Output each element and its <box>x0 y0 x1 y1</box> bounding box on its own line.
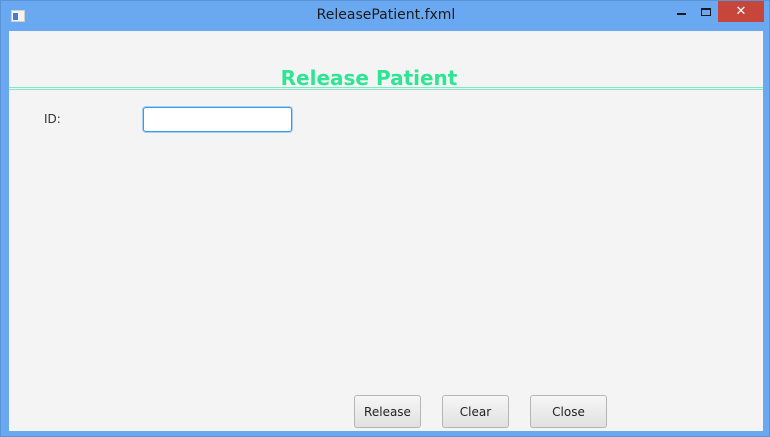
clear-button[interactable]: Clear <box>442 395 509 428</box>
release-button[interactable]: Release <box>354 395 421 428</box>
form-panel: Release Patient ID: Release Clear Close <box>9 31 763 431</box>
minimize-icon <box>676 12 686 15</box>
minimize-button[interactable] <box>668 1 694 22</box>
close-icon: ✕ <box>735 4 747 19</box>
id-input[interactable] <box>143 107 292 132</box>
title-bar[interactable]: ReleasePatient.fxml ✕ <box>1 1 769 31</box>
application-window: ReleasePatient.fxml ✕ Release Patient ID… <box>0 0 770 437</box>
maximize-icon <box>701 7 711 16</box>
window-title: ReleasePatient.fxml <box>316 7 456 23</box>
heading-divider-secondary <box>9 89 763 90</box>
id-label: ID: <box>44 112 61 126</box>
close-button[interactable]: Close <box>530 395 607 428</box>
heading-divider <box>9 87 763 88</box>
close-window-button[interactable]: ✕ <box>718 1 764 22</box>
maximize-button[interactable] <box>694 1 718 22</box>
